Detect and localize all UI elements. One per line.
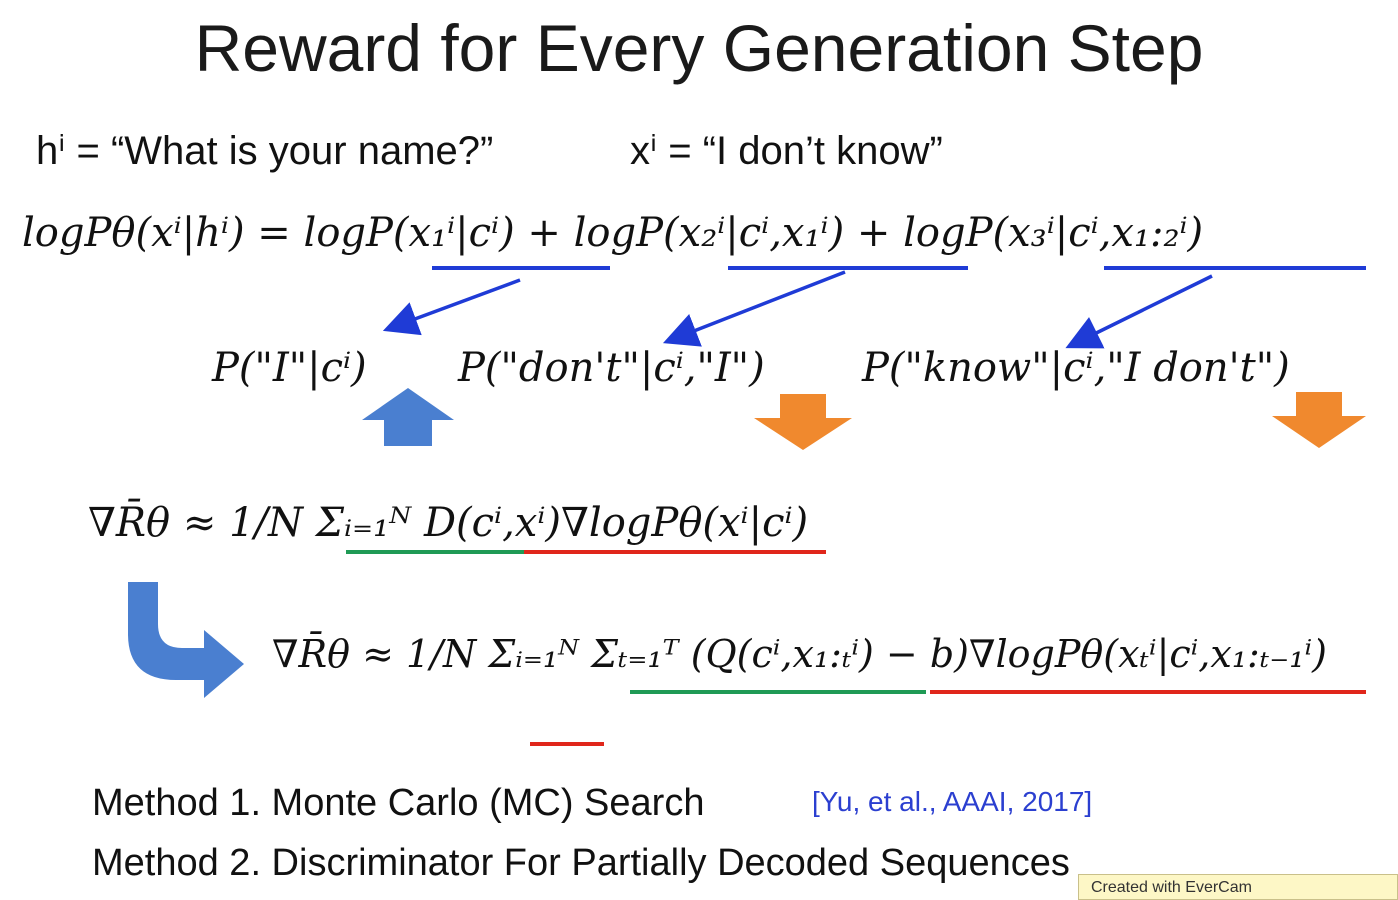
color-underlines [346,550,1366,746]
pointer-arrow-1 [382,278,521,336]
pointer-arrow-3 [1065,274,1213,349]
curved-arrow-icon [128,582,244,698]
pointer-arrow-2 [662,270,846,347]
annotation-layer [128,266,1366,746]
arrow-up-icon [362,388,454,446]
arrow-down-icon [754,394,852,450]
arrow-down-icon [1272,392,1366,448]
blue-pointer-arrows [382,270,1213,349]
